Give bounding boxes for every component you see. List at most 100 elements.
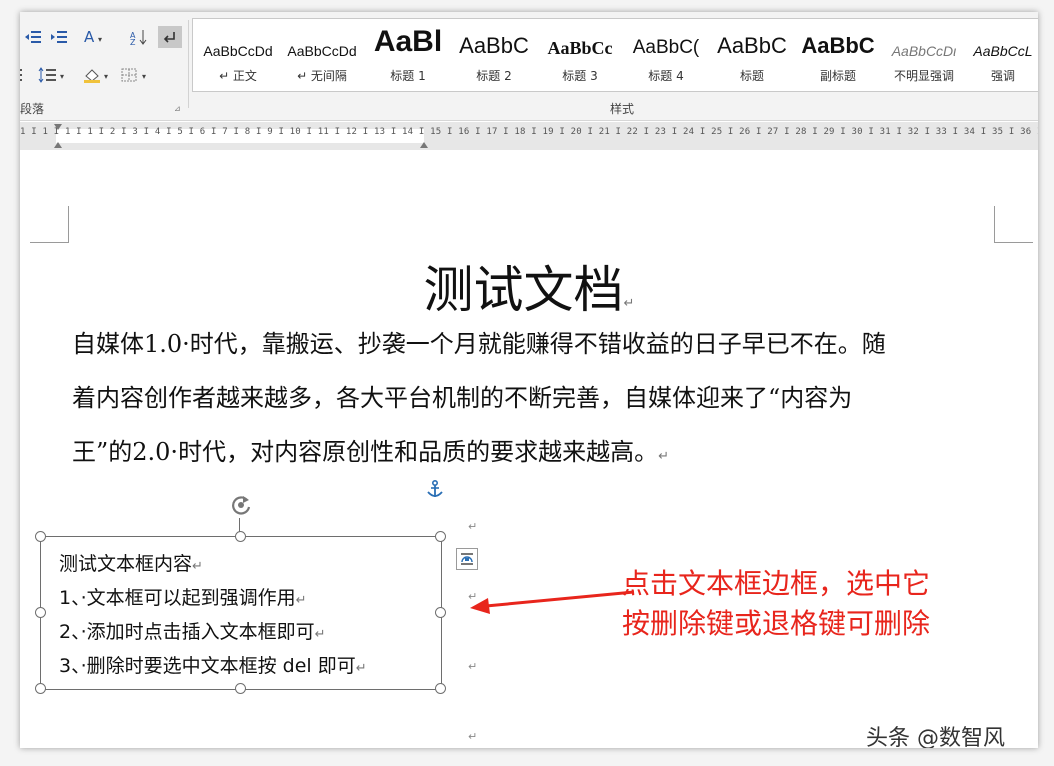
- textbox-line-1[interactable]: 测试文本框内容↵: [59, 549, 203, 576]
- styles-group-label: 样式: [610, 102, 635, 116]
- paragraph-mark: ↵: [295, 593, 307, 608]
- align-icon[interactable]: [20, 64, 26, 86]
- style-name: 不明显强调: [893, 69, 954, 83]
- paragraph-line-2[interactable]: 着内容创作者越来越多，各大平台机制的不断完善，自媒体迎来了“内容为: [72, 378, 852, 413]
- svg-text:▾: ▾: [60, 72, 64, 81]
- chinese-layout-icon[interactable]: A ▾: [80, 26, 114, 48]
- style-sample: AaBbCc: [547, 38, 613, 58]
- annotation-line-1: 点击文本框边框，选中它: [622, 567, 931, 600]
- style-subtitle[interactable]: AaBbC 副标题: [797, 19, 879, 91]
- resize-handle-bottom[interactable]: [235, 683, 246, 694]
- svg-text:▾: ▾: [142, 72, 146, 81]
- left-indent-marker[interactable]: [54, 142, 62, 148]
- annotation-text: 点击文本框边框，选中它 按删除键或退格键可删除: [622, 564, 930, 644]
- resize-handle-right[interactable]: [435, 607, 446, 618]
- style-sample: AaBbC: [459, 33, 529, 58]
- sort-icon[interactable]: AZ: [128, 26, 150, 48]
- style-name: 标题 1: [390, 69, 426, 83]
- paragraph-dialog-launcher-icon[interactable]: ⊿: [174, 104, 181, 113]
- style-sample: AaBbC: [801, 33, 875, 58]
- style-name: 副标题: [819, 69, 856, 83]
- svg-text:▾: ▾: [98, 35, 102, 44]
- anchor-icon[interactable]: [426, 479, 444, 504]
- decrease-indent-icon[interactable]: [22, 26, 44, 48]
- text-box[interactable]: 测试文本框内容↵ 1、·文本框可以起到强调作用↵ 2、·添加时点击插入文本框即可…: [40, 536, 442, 690]
- resize-handle-top-left[interactable]: [35, 531, 46, 542]
- paragraph-group-label: 段落: [20, 102, 45, 116]
- style-sample: AaBbC: [717, 33, 787, 58]
- borders-icon[interactable]: ▾: [118, 64, 154, 86]
- resize-handle-bottom-right[interactable]: [435, 683, 446, 694]
- watermark: 头条 @数智风: [866, 726, 1005, 748]
- resize-handle-left[interactable]: [35, 607, 46, 618]
- layout-options-icon[interactable]: [456, 548, 478, 570]
- style-name: 强调: [990, 69, 1015, 83]
- resize-handle-top-right[interactable]: [435, 531, 446, 542]
- line-spacing-icon[interactable]: ▾: [36, 64, 70, 86]
- paragraph-mark: ↵: [314, 627, 326, 642]
- style-heading-4[interactable]: AaBbC( 标题 4: [625, 19, 707, 91]
- right-indent-marker[interactable]: [420, 142, 428, 148]
- paragraph-line-3[interactable]: 王”的2.0·时代，对内容原创性和品质的要求越来越高。↵: [72, 432, 669, 467]
- style-sample: AaBbCcDι: [891, 43, 957, 59]
- word-window: A ▾ AZ ▾ ▾ ▾ 段落 ⊿ AaBbCcDd ↵ 正文 AaBbCcDd…: [20, 12, 1038, 748]
- textbox-line-2[interactable]: 1、·文本框可以起到强调作用↵: [59, 583, 307, 610]
- svg-text:▾: ▾: [104, 72, 108, 81]
- style-subtle-emphasis[interactable]: AaBbCcDι 不明显强调: [883, 19, 965, 91]
- style-name: 标题: [739, 69, 764, 83]
- margin-corner-top-left: [30, 206, 69, 243]
- style-sample: AaBbCcDd: [203, 43, 273, 59]
- paragraph-mark: ↵: [623, 296, 635, 311]
- textbox-line-text: 测试文本框内容: [59, 553, 193, 575]
- style-heading-3[interactable]: AaBbCc 标题 3: [539, 19, 621, 91]
- resize-handle-bottom-left[interactable]: [35, 683, 46, 694]
- style-name: 标题 4: [648, 69, 684, 83]
- textbox-line-text: 3、·删除时要选中文本框按 del 即可: [59, 655, 356, 677]
- document-title-text: 测试文档: [423, 261, 624, 319]
- group-separator: [188, 20, 189, 108]
- paragraph-line-3-text: 王”的2.0·时代，对内容原创性和品质的要求越来越高。: [72, 438, 659, 466]
- style-name: ↵ 正文: [219, 69, 257, 83]
- style-name: 标题 2: [476, 69, 512, 83]
- textbox-line-4[interactable]: 3、·删除时要选中文本框按 del 即可↵: [59, 651, 367, 678]
- textbox-line-3[interactable]: 2、·添加时点击插入文本框即可↵: [59, 617, 326, 644]
- styles-gallery: AaBbCcDd ↵ 正文 AaBbCcDd ↵ 无间隔 AaBl 标题 1 A…: [192, 18, 1038, 92]
- paragraph-line-1[interactable]: 自媒体1.0·时代，靠搬运、抄袭一个月就能赚得不错收益的日子早已不在。随: [72, 324, 886, 359]
- paragraph-mark: ↵: [468, 730, 478, 743]
- style-sample: AaBl: [373, 25, 443, 58]
- show-marks-icon[interactable]: [158, 26, 182, 48]
- style-name: ↵ 无间隔: [297, 69, 347, 83]
- screenshot-frame: A ▾ AZ ▾ ▾ ▾ 段落 ⊿ AaBbCcDd ↵ 正文 AaBbCcDd…: [0, 0, 1054, 766]
- margin-corner-top-right: [994, 206, 1033, 243]
- paragraph-mark: ↵: [658, 449, 669, 464]
- document-title[interactable]: 测试文档↵: [20, 250, 1038, 322]
- paragraph-mark: ↵: [468, 520, 478, 533]
- resize-handle-top[interactable]: [235, 531, 246, 542]
- paragraph-mark: ↵: [468, 660, 478, 673]
- increase-indent-icon[interactable]: [48, 26, 70, 48]
- ribbon: A ▾ AZ ▾ ▾ ▾ 段落 ⊿ AaBbCcDd ↵ 正文 AaBbCcDd…: [20, 12, 1038, 121]
- annotation-line-2: 按删除键或退格键可删除: [622, 607, 931, 640]
- style-title[interactable]: AaBbC 标题: [711, 19, 793, 91]
- shading-icon[interactable]: ▾: [80, 64, 116, 86]
- horizontal-ruler[interactable]: 1 I 1 I 1 I 1 I 2 I 3 I 4 I 5 I 6 I 7 I …: [20, 122, 1038, 150]
- style-sample: AaBbCcL: [973, 43, 1033, 59]
- style-name: 标题 3: [562, 69, 598, 83]
- red-arrow-icon: [470, 590, 635, 614]
- document-page[interactable]: 测试文档↵ 自媒体1.0·时代，靠搬运、抄袭一个月就能赚得不错收益的日子早已不在…: [20, 150, 1038, 748]
- paragraph-mark: ↵: [355, 661, 367, 676]
- ruler-scale: 1 I 1 I 1 I 1 I 2 I 3 I 4 I 5 I 6 I 7 I …: [20, 127, 1038, 137]
- textbox-line-text: 1、·文本框可以起到强调作用: [59, 587, 296, 609]
- style-no-spacing[interactable]: AaBbCcDd ↵ 无间隔: [281, 19, 363, 91]
- style-emphasis[interactable]: AaBbCcL 强调: [969, 19, 1037, 91]
- style-normal[interactable]: AaBbCcDd ↵ 正文: [197, 19, 279, 91]
- style-sample: AaBbCcDd: [287, 43, 357, 59]
- svg-text:Z: Z: [130, 38, 136, 45]
- rotate-handle-icon[interactable]: [228, 492, 254, 522]
- style-sample: AaBbC(: [632, 37, 700, 58]
- textbox-line-text: 2、·添加时点击插入文本框即可: [59, 621, 315, 643]
- first-line-indent-marker[interactable]: [54, 124, 62, 130]
- style-heading-1[interactable]: AaBl 标题 1: [367, 19, 449, 91]
- paragraph-mark: ↵: [192, 559, 203, 574]
- style-heading-2[interactable]: AaBbC 标题 2: [453, 19, 535, 91]
